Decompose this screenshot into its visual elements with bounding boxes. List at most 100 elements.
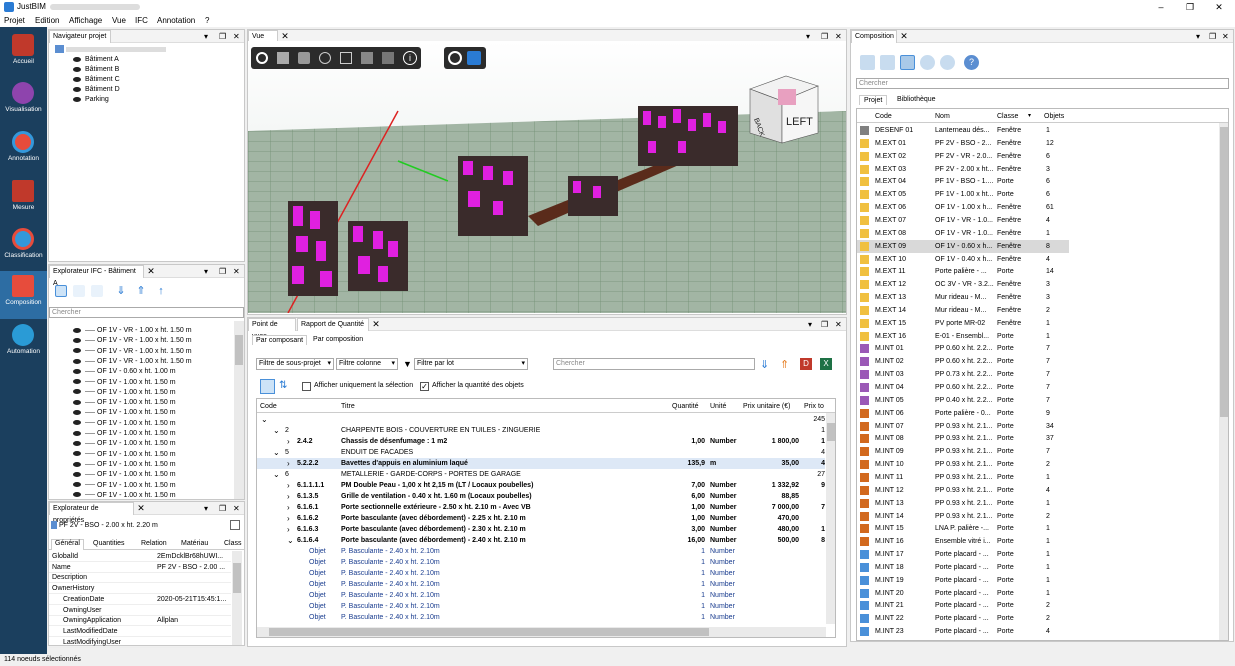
expand-arrow-icon[interactable]: ⌄ — [273, 469, 280, 480]
float-icon[interactable]: ❐ — [1209, 30, 1216, 43]
sort-icon[interactable] — [73, 285, 85, 297]
eye-icon[interactable] — [73, 379, 81, 385]
tab-ifc-explorer[interactable]: Explorateur IFC - Bâtiment A — [49, 265, 144, 287]
tree-item[interactable]: Bâtiment B — [73, 65, 119, 75]
ifc-tree-item[interactable]: OF 1V - VR - 1.00 x ht. 1.50 m — [73, 326, 192, 336]
eye-icon[interactable] — [73, 337, 81, 343]
tree-item[interactable]: Parking — [73, 95, 109, 105]
table-row[interactable]: Objet P. Basculante - 2.40 x ht. 2.10m 1 Nu… — [257, 601, 825, 612]
table-row[interactable]: Objet P. Basculante - 2.40 x ht. 2.10m 1 Nu… — [257, 557, 825, 568]
add-composition-icon[interactable] — [860, 55, 875, 70]
tree-item[interactable]: Bâtiment C — [73, 75, 120, 85]
composition-row[interactable]: M.INT 23 Porte placard - ... Porte 4 — [857, 625, 1069, 638]
expand-arrow-icon[interactable]: ⌄ — [261, 414, 268, 425]
composition-row[interactable]: M.INT 02 PP 0.60 x ht. 2.2... Porte 7 — [857, 355, 1069, 368]
eye-icon[interactable] — [73, 368, 81, 374]
col-classe[interactable]: Classe — [997, 113, 1018, 120]
tree-item[interactable]: Bâtiment A — [73, 55, 119, 65]
table-row[interactable]: Objet P. Basculante - 2.40 x ht. 2.10m 1 Nu… — [257, 546, 825, 557]
column-filter-select[interactable]: Filtre colonne ▾ — [336, 358, 398, 370]
ifc-tree-item[interactable]: OF 1V - 1.00 x ht. 1.50 m — [73, 470, 176, 480]
ifc-tree-item[interactable]: OF 1V - 1.00 x ht. 1.50 m — [73, 460, 176, 470]
col-nom[interactable]: Nom — [935, 113, 950, 120]
ifc-tree-item[interactable]: OF 1V - 1.00 x ht. 1.50 m — [73, 419, 176, 429]
menu-vue[interactable]: Vue — [112, 16, 126, 25]
table-row[interactable]: › 5.2.2.2 Bavettes d'appuis en aluminium l… — [257, 458, 825, 469]
pdf-export-icon[interactable]: D — [800, 358, 812, 370]
property-row[interactable]: LastModifyingUser — [49, 638, 231, 648]
menu-projet[interactable]: Projet — [4, 16, 25, 25]
composition-row[interactable]: M.INT 14 PP 0.93 x ht. 2.1... Porte 2 — [857, 510, 1069, 523]
composition-row[interactable]: M.INT 13 PP 0.93 x ht. 2.1... Porte 1 — [857, 497, 1069, 510]
eye-icon[interactable] — [73, 96, 81, 102]
close-icon[interactable]: ✕ — [233, 265, 240, 278]
expand-arrow-icon[interactable]: ⌄ — [273, 425, 280, 436]
table-row[interactable]: ⌄ 6.1.6.4 Porte basculante (avec débordeme… — [257, 535, 825, 546]
dropdown-icon[interactable]: ▾ — [204, 502, 208, 515]
menu-annotation[interactable]: Annotation — [157, 16, 195, 25]
tab-class[interactable]: Class — [224, 540, 242, 547]
ifc-tree-item[interactable]: OF 1V - 1.00 x ht. 1.50 m — [73, 378, 176, 388]
scroll-thumb[interactable] — [235, 335, 243, 365]
up-icon[interactable]: ↑ — [155, 285, 167, 297]
composition-row[interactable]: M.INT 18 Porte placard - ... Porte 1 — [857, 561, 1069, 574]
copy-icon[interactable] — [230, 520, 240, 530]
tab-rapport-quantite[interactable]: Rapport de Quantité — [297, 318, 369, 331]
col-code[interactable]: Code — [260, 403, 277, 410]
float-icon[interactable]: ❐ — [219, 502, 226, 515]
col-unite[interactable]: Unité — [710, 403, 726, 410]
tab-composition[interactable]: Composition — [851, 30, 897, 43]
expand-arrow-icon[interactable]: ⌄ — [273, 447, 280, 458]
sort-icon[interactable]: ⇅ — [279, 380, 293, 394]
minimize-icon[interactable]: – — [1148, 1, 1174, 13]
dropdown-icon[interactable]: ▾ — [204, 265, 208, 278]
ifc-tree-item[interactable]: OF 1V - 1.00 x ht. 1.50 m — [73, 481, 176, 491]
dropdown-icon[interactable]: ▾ — [808, 318, 812, 331]
expand-arrow-icon[interactable]: › — [287, 513, 290, 524]
col-prix-total[interactable]: Prix to — [804, 403, 824, 410]
sidebar-item-visualisation[interactable]: Visualisation — [0, 78, 47, 126]
property-row[interactable]: CreationDate 2020-05-21T15:45:1... — [49, 595, 231, 605]
menu-help[interactable]: ? — [205, 16, 209, 25]
table-row[interactable]: ⌄ 245 — [257, 414, 825, 425]
3d-scene[interactable]: LEFT BACK — [248, 41, 846, 313]
composition-row[interactable]: M.INT 21 Porte placard - ... Porte 2 — [857, 599, 1069, 612]
expand-all-icon[interactable]: ⇓ — [760, 358, 769, 371]
composition-row[interactable]: M.EXT 06 OF 1V - 1.00 x h... Fenêtre 61 — [857, 201, 1069, 214]
orbit-icon[interactable] — [448, 51, 462, 65]
composition-row[interactable]: M.INT 19 Porte placard - ... Porte 1 — [857, 574, 1069, 587]
expand-arrow-icon[interactable]: › — [287, 502, 290, 513]
composition-row[interactable]: M.INT 04 PP 0.60 x ht. 2.2... Porte 7 — [857, 381, 1069, 394]
expand-arrow-icon[interactable]: › — [287, 480, 290, 491]
eye-icon[interactable] — [73, 86, 81, 92]
walk-icon[interactable] — [467, 51, 481, 65]
eye-icon[interactable] — [73, 66, 81, 72]
sidebar-item-mesure[interactable]: Mesure — [0, 176, 47, 224]
tree-item[interactable]: Bâtiment D — [73, 85, 120, 95]
composition-search-input[interactable]: Chercher — [856, 78, 1229, 89]
composition-row[interactable]: M.EXT 15 PV porte MR-02 Fenêtre 1 — [857, 317, 1069, 330]
composition-row[interactable]: M.INT 22 Porte placard - ... Porte 2 — [857, 612, 1069, 625]
ifc-tree-item[interactable]: OF 1V - 0.60 x ht. 1.00 m — [73, 367, 176, 377]
settings-icon[interactable] — [920, 55, 935, 70]
eye-icon[interactable] — [73, 451, 81, 457]
eye-icon[interactable] — [73, 327, 81, 333]
expand-arrow-icon[interactable]: ⌄ — [287, 535, 294, 546]
composition-row[interactable]: M.INT 03 PP 0.73 x ht. 2.2... Porte 7 — [857, 368, 1069, 381]
composition-row[interactable]: M.EXT 11 Porte palière - ... Porte 14 — [857, 265, 1069, 278]
eye-icon[interactable] — [73, 430, 81, 436]
composition-row[interactable]: M.INT 10 PP 0.93 x ht. 2.1... Porte 2 — [857, 458, 1069, 471]
close-icon[interactable]: ✕ — [1206, 1, 1232, 13]
tree-view-icon[interactable] — [55, 285, 67, 297]
composition-row[interactable]: M.INT 20 Porte placard - ... Porte 1 — [857, 587, 1069, 600]
tab-properties[interactable]: Explorateur de propriétés — [49, 502, 134, 524]
eye-icon[interactable] — [73, 56, 81, 62]
property-row[interactable]: LastModifiedDate — [49, 627, 231, 637]
table-row[interactable]: › 6.1.6.2 Porte basculante (avec débordeme… — [257, 513, 825, 524]
tab-projet[interactable]: Projet — [859, 95, 888, 105]
expand-all-icon[interactable]: ⇓ — [115, 285, 127, 297]
table-row[interactable]: ⌄ 2 CHARPENTE BOIS - COUVERTURE EN TUILES … — [257, 425, 825, 436]
section-icon[interactable] — [319, 52, 331, 64]
close-tab-icon[interactable]: ✕ — [370, 318, 382, 331]
tab-quantities[interactable]: Quantities — [93, 540, 125, 547]
